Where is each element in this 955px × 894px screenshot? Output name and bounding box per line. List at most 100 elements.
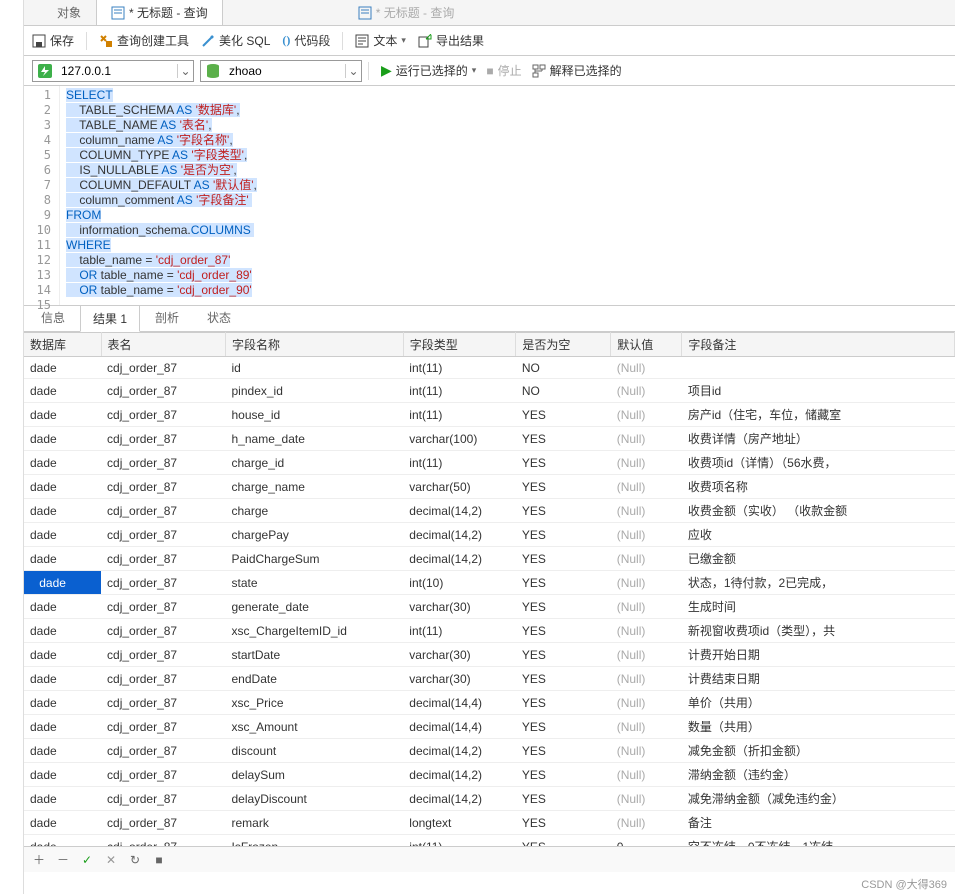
cell[interactable]: (Null)	[611, 523, 682, 547]
cell[interactable]: cdj_order_87	[101, 667, 225, 691]
cell[interactable]: dade	[24, 379, 101, 403]
result-tab-2[interactable]: 剖析	[142, 304, 192, 331]
cell[interactable]: 计费结束日期	[682, 667, 955, 691]
cell[interactable]: id	[226, 357, 404, 379]
tab-1[interactable]: * 无标题 - 查询	[96, 0, 223, 25]
table-row[interactable]: dadecdj_order_87xsc_Pricedecimal(14,4)YE…	[24, 691, 955, 715]
cell[interactable]: remark	[226, 811, 404, 835]
cell[interactable]: cdj_order_87	[101, 403, 225, 427]
cell[interactable]: YES	[516, 691, 611, 715]
table-row[interactable]: dadecdj_order_87delaySumdecimal(14,2)YES…	[24, 763, 955, 787]
host-input[interactable]	[57, 61, 177, 81]
col-header[interactable]: 默认值	[611, 333, 682, 357]
cell[interactable]: cdj_order_87	[101, 739, 225, 763]
cell[interactable]: (Null)	[611, 691, 682, 715]
cell[interactable]: 收费金额（实收） （收款金额	[682, 499, 955, 523]
add-row-button[interactable]: ＋	[32, 851, 46, 868]
cell[interactable]: generate_date	[226, 595, 404, 619]
run-selected-button[interactable]: ▶ 运行已选择的 ▾	[381, 62, 476, 79]
table-row[interactable]: dadecdj_order_87house_idint(11)YES(Null)…	[24, 403, 955, 427]
cell[interactable]: (Null)	[611, 619, 682, 643]
cell[interactable]: cdj_order_87	[101, 571, 225, 595]
cell[interactable]: dade	[24, 787, 101, 811]
cell[interactable]: decimal(14,2)	[403, 523, 516, 547]
cell[interactable]: 减免金额（折扣金额）	[682, 739, 955, 763]
cell[interactable]: 备注	[682, 811, 955, 835]
db-combo[interactable]: ⌄	[200, 60, 362, 82]
cell[interactable]: (Null)	[611, 357, 682, 379]
cell[interactable]: dade	[24, 715, 101, 739]
cell[interactable]: YES	[516, 715, 611, 739]
table-row[interactable]: dadecdj_order_87chargedecimal(14,2)YES(N…	[24, 499, 955, 523]
cell[interactable]: varchar(30)	[403, 595, 516, 619]
cell[interactable]: NO	[516, 357, 611, 379]
cell[interactable]: 收费详情（房产地址）	[682, 427, 955, 451]
cell[interactable]: decimal(14,4)	[403, 715, 516, 739]
cell[interactable]: YES	[516, 595, 611, 619]
cell[interactable]: charge_id	[226, 451, 404, 475]
result-grid[interactable]: 数据库表名字段名称字段类型是否为空默认值字段备注 dadecdj_order_8…	[24, 332, 955, 859]
cell[interactable]: cdj_order_87	[101, 595, 225, 619]
cell[interactable]: dade	[24, 739, 101, 763]
table-row[interactable]: dadecdj_order_87generate_datevarchar(30)…	[24, 595, 955, 619]
col-header[interactable]: 字段名称	[226, 333, 404, 357]
cell[interactable]: pindex_id	[226, 379, 404, 403]
table-row[interactable]: dadecdj_order_87xsc_ChargeItemID_idint(1…	[24, 619, 955, 643]
cell[interactable]: 已缴金额	[682, 547, 955, 571]
cell[interactable]: discount	[226, 739, 404, 763]
cell[interactable]: cdj_order_87	[101, 427, 225, 451]
cell[interactable]: YES	[516, 427, 611, 451]
result-tab-3[interactable]: 状态	[194, 304, 244, 331]
table-row[interactable]: dadecdj_order_87h_name_datevarchar(100)Y…	[24, 427, 955, 451]
cell[interactable]: cdj_order_87	[101, 451, 225, 475]
cell[interactable]: dade	[24, 643, 101, 667]
cell[interactable]: (Null)	[611, 427, 682, 451]
cell[interactable]: 新视窗收费项id（类型），共	[682, 619, 955, 643]
cell[interactable]: dade	[24, 475, 101, 499]
chevron-down-icon[interactable]: ⌄	[345, 64, 361, 78]
text-button[interactable]: 文本 ▾	[355, 32, 406, 49]
cell[interactable]: dade	[24, 547, 101, 571]
cell[interactable]: 数量（共用）	[682, 715, 955, 739]
cell[interactable]: decimal(14,2)	[403, 739, 516, 763]
cell[interactable]: cdj_order_87	[101, 499, 225, 523]
cell[interactable]: (Null)	[611, 403, 682, 427]
cell[interactable]: cdj_order_87	[101, 357, 225, 379]
cell[interactable]: (Null)	[611, 595, 682, 619]
col-header[interactable]: 是否为空	[516, 333, 611, 357]
cell[interactable]: (Null)	[611, 763, 682, 787]
apply-button[interactable]: ✓	[80, 853, 94, 867]
table-row[interactable]: dadecdj_order_87remarklongtextYES(Null)备…	[24, 811, 955, 835]
cell[interactable]: dade	[24, 595, 101, 619]
cell[interactable]: YES	[516, 811, 611, 835]
cell[interactable]: YES	[516, 739, 611, 763]
cell[interactable]: cdj_order_87	[101, 691, 225, 715]
cell[interactable]: (Null)	[611, 475, 682, 499]
cell[interactable]: YES	[516, 403, 611, 427]
table-row[interactable]: dadecdj_order_87endDatevarchar(30)YES(Nu…	[24, 667, 955, 691]
cell[interactable]: 计费开始日期	[682, 643, 955, 667]
table-row[interactable]: dadecdj_order_87idint(11)NO(Null)	[24, 357, 955, 379]
result-tab-1[interactable]: 结果 1	[80, 305, 140, 332]
remove-row-button[interactable]: －	[56, 851, 70, 868]
cell[interactable]: decimal(14,4)	[403, 691, 516, 715]
cell[interactable]: YES	[516, 643, 611, 667]
cell[interactable]: PaidChargeSum	[226, 547, 404, 571]
cell[interactable]: int(11)	[403, 379, 516, 403]
cell[interactable]: 应收	[682, 523, 955, 547]
cell[interactable]: dade	[24, 691, 101, 715]
cell[interactable]	[682, 357, 955, 379]
cell[interactable]: ▶dade	[24, 571, 101, 595]
cell[interactable]: (Null)	[611, 715, 682, 739]
cell[interactable]: YES	[516, 451, 611, 475]
snippet-button[interactable]: () 代码段	[282, 32, 330, 49]
cell[interactable]: YES	[516, 667, 611, 691]
cell[interactable]: endDate	[226, 667, 404, 691]
cell[interactable]: 单价（共用）	[682, 691, 955, 715]
cell[interactable]: (Null)	[611, 571, 682, 595]
cell[interactable]: YES	[516, 499, 611, 523]
cell[interactable]: decimal(14,2)	[403, 787, 516, 811]
table-row[interactable]: dadecdj_order_87delayDiscountdecimal(14,…	[24, 787, 955, 811]
cell[interactable]: cdj_order_87	[101, 619, 225, 643]
col-header[interactable]: 数据库	[24, 333, 101, 357]
